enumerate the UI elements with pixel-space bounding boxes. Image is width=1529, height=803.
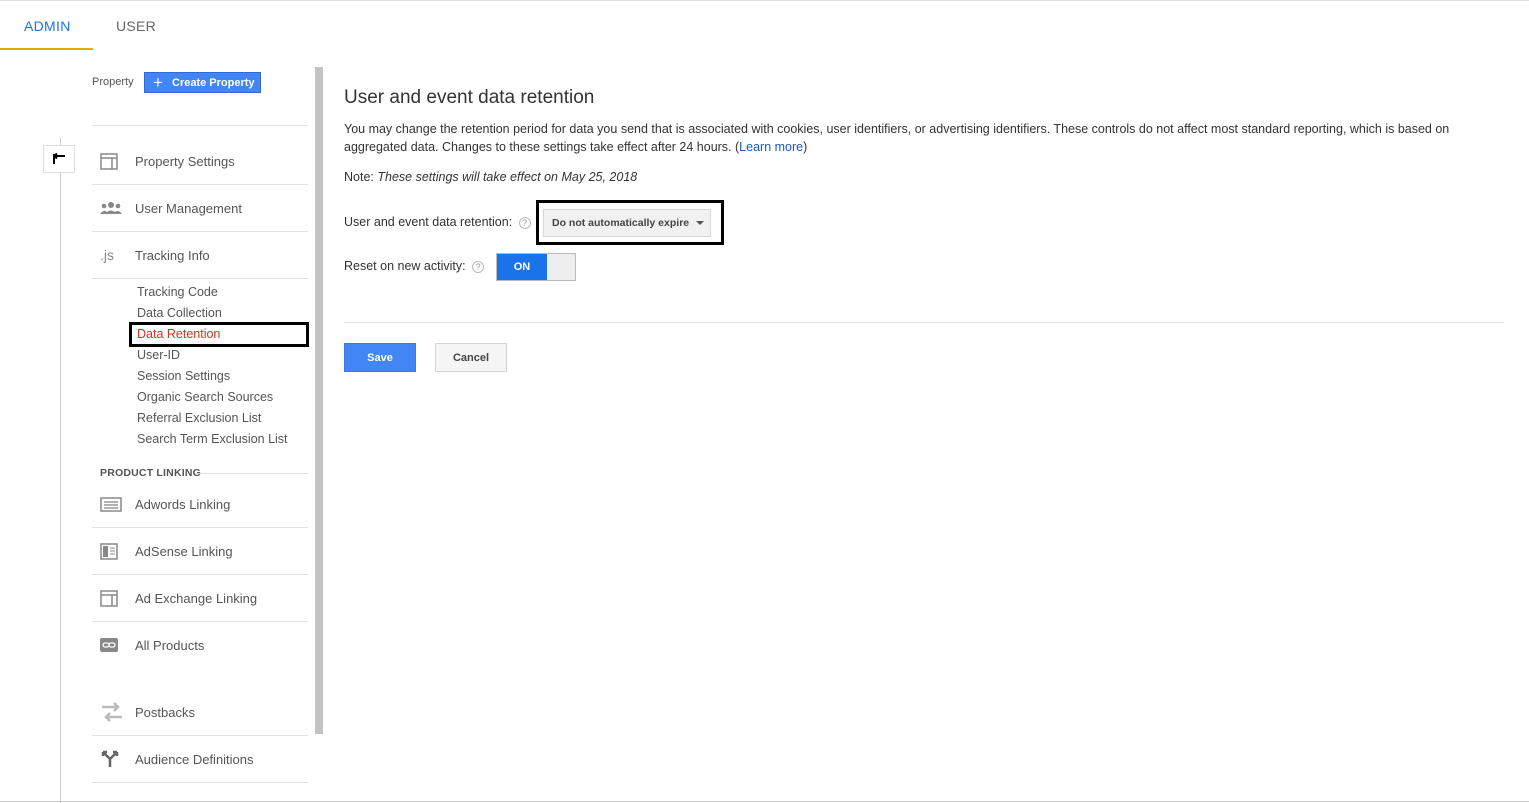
active-tab-indicator <box>0 48 93 50</box>
sidebar-item-label: AdSense Linking <box>135 543 233 559</box>
reset-label-text: Reset on new activity: <box>344 259 466 273</box>
reset-label: Reset on new activity: ? <box>344 259 485 273</box>
ad-exchange-icon <box>100 588 126 608</box>
sidebar-item-label: Postbacks <box>135 704 195 720</box>
retention-label: User and event data retention: ? <box>344 215 531 229</box>
subitem-session-settings[interactable]: Session Settings <box>137 369 230 383</box>
note-text: These settings will take effect on May 2… <box>377 170 638 184</box>
toggle-on-label: ON <box>497 254 547 280</box>
section-heading-product-linking: PRODUCT LINKING <box>100 467 201 479</box>
subitem-user-id[interactable]: User-ID <box>137 348 180 362</box>
bottom-divider <box>0 801 1529 802</box>
page-title: User and event data retention <box>344 87 595 108</box>
retention-dropdown-value: Do not automatically expire <box>552 217 690 229</box>
sidebar-item-property-settings[interactable]: Property Settings <box>100 138 310 184</box>
highlight-box <box>129 322 309 347</box>
help-icon[interactable]: ? <box>518 217 531 229</box>
sidebar-item-audience-definitions[interactable]: Audience Definitions <box>100 736 310 782</box>
tab-user[interactable]: USER <box>116 18 156 34</box>
top-tab-bar <box>0 0 1529 51</box>
subitem-organic-search-sources[interactable]: Organic Search Sources <box>137 390 273 404</box>
description-text: You may change the retention period for … <box>344 122 1450 154</box>
help-icon[interactable]: ? <box>472 261 485 273</box>
retention-dropdown[interactable]: Do not automatically expire <box>543 209 711 237</box>
retention-label-text: User and event data retention: <box>344 215 513 229</box>
sidebar-item-label: Adwords Linking <box>135 496 231 512</box>
sidebar-item-label: Ad Exchange Linking <box>135 590 258 606</box>
back-button[interactable] <box>43 145 75 173</box>
description-end: ) <box>803 140 808 154</box>
tab-admin[interactable]: ADMIN <box>24 18 71 34</box>
link-icon <box>100 635 126 655</box>
learn-more-link[interactable]: Learn more <box>739 140 803 154</box>
subitem-tracking-code[interactable]: Tracking Code <box>137 285 218 299</box>
sidebar-item-label: All Products <box>135 637 205 653</box>
subitem-data-collection[interactable]: Data Collection <box>137 306 222 320</box>
retention-description: You may change the retention period for … <box>344 120 1509 156</box>
adsense-icon <box>100 541 126 561</box>
subitem-referral-exclusion-list[interactable]: Referral Exclusion List <box>137 411 261 425</box>
sidebar-item-label: User Management <box>135 200 242 216</box>
sidebar-item-all-products[interactable]: All Products <box>100 622 310 668</box>
chevron-down-icon <box>696 221 705 225</box>
sidebar-item-label: Tracking Info <box>135 247 210 263</box>
sidebar-item-label: Audience Definitions <box>135 751 254 767</box>
sidebar-item-label: Property Settings <box>135 153 235 169</box>
cancel-button[interactable]: Cancel <box>435 343 507 372</box>
back-arrow-icon <box>53 153 65 164</box>
divider <box>92 278 308 279</box>
divider <box>195 473 308 474</box>
adwords-icon <box>100 494 126 514</box>
property-label: Property <box>92 76 134 88</box>
sidebar-item-tracking-info[interactable]: .js Tracking Info <box>100 232 310 278</box>
divider <box>92 782 308 783</box>
divider <box>92 125 308 126</box>
audience-icon <box>100 749 126 769</box>
plus-icon: + <box>153 73 163 92</box>
rail-divider <box>60 138 61 803</box>
create-property-label: Create Property <box>172 76 255 89</box>
js-icon: .js <box>100 247 114 263</box>
property-settings-icon <box>100 151 126 171</box>
note-prefix: Note: <box>344 170 378 184</box>
note: Note: These settings will take effect on… <box>344 170 637 184</box>
sidebar-item-ad-exchange-linking[interactable]: Ad Exchange Linking <box>100 575 310 621</box>
postbacks-icon <box>100 702 126 722</box>
sidebar-scrollbar[interactable] <box>315 67 323 734</box>
save-button[interactable]: Save <box>344 343 416 372</box>
subitem-search-term-exclusion-list[interactable]: Search Term Exclusion List <box>137 432 288 446</box>
sidebar-item-adsense-linking[interactable]: AdSense Linking <box>100 528 310 574</box>
sidebar-item-adwords-linking[interactable]: Adwords Linking <box>100 481 310 527</box>
sidebar-item-postbacks[interactable]: Postbacks <box>100 689 310 735</box>
create-property-button[interactable]: + Create Property <box>144 72 261 93</box>
reset-on-new-activity-toggle[interactable]: ON <box>496 253 576 281</box>
divider <box>344 322 1504 323</box>
users-icon <box>100 198 126 218</box>
sidebar-item-user-management[interactable]: User Management <box>100 185 310 231</box>
toggle-knob <box>547 254 575 280</box>
